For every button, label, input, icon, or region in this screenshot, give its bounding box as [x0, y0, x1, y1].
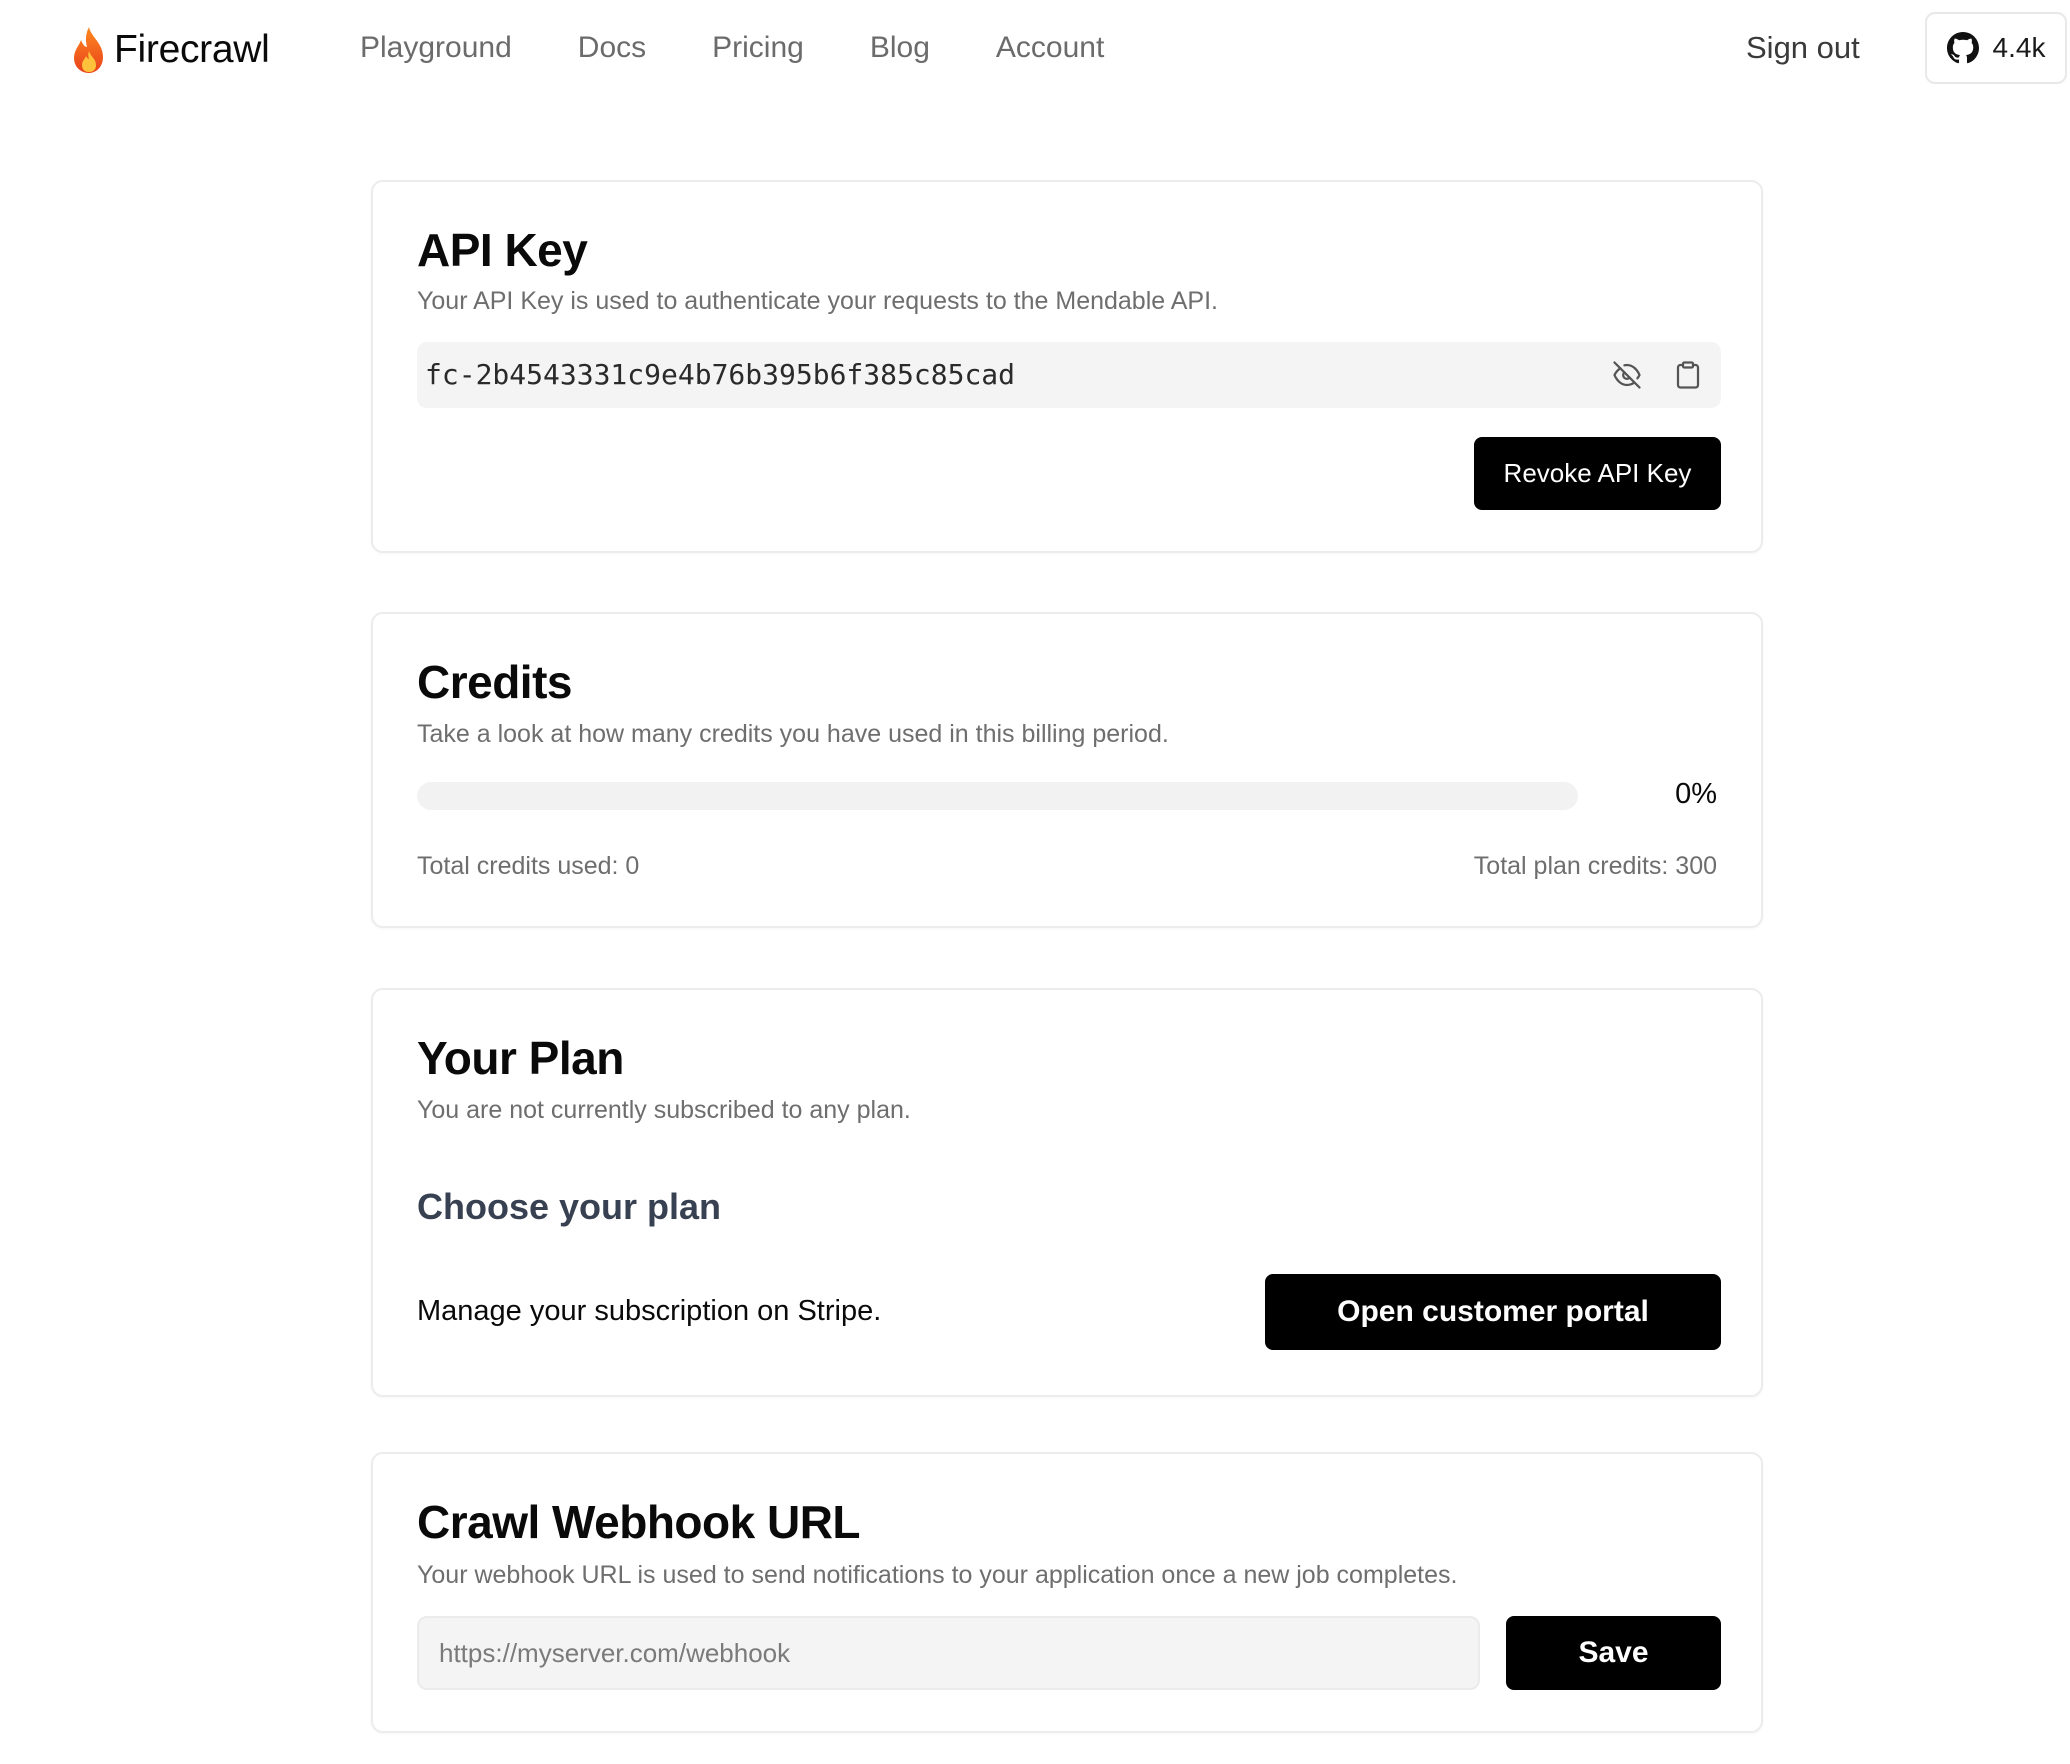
revoke-api-key-button[interactable]: Revoke API Key — [1474, 437, 1721, 510]
webhook-description: Your webhook URL is used to send notific… — [417, 1561, 1458, 1589]
api-key-description: Your API Key is used to authenticate you… — [417, 287, 1218, 315]
clipboard-icon — [1676, 361, 1700, 389]
manage-subscription-text: Manage your subscription on Stripe. — [417, 1295, 882, 1327]
flame-icon — [74, 27, 103, 73]
top-navigation-bar: Firecrawl Playground Docs Pricing Blog A… — [0, 0, 2070, 100]
copy-key-button[interactable] — [1668, 355, 1708, 395]
brand-name: Firecrawl — [114, 28, 270, 71]
choose-plan-heading: Choose your plan — [417, 1186, 722, 1227]
webhook-title: Crawl Webhook URL — [417, 1496, 861, 1548]
credits-card: Credits Take a look at how many credits … — [371, 612, 1763, 928]
nav-link-blog[interactable]: Blog — [870, 26, 930, 70]
api-key-card: API Key Your API Key is used to authenti… — [371, 180, 1763, 553]
credits-title: Credits — [417, 656, 572, 708]
plan-card: Your Plan You are not currently subscrib… — [371, 988, 1763, 1397]
brand-logo-link[interactable]: Firecrawl — [69, 22, 270, 78]
main-nav: Playground Docs Pricing Blog Account — [360, 26, 1104, 70]
nav-link-docs[interactable]: Docs — [578, 26, 646, 70]
save-webhook-button[interactable]: Save — [1506, 1616, 1721, 1690]
credits-percent: 0% — [1675, 778, 1717, 810]
toggle-key-visibility-button[interactable] — [1607, 355, 1647, 395]
nav-link-playground[interactable]: Playground — [360, 26, 512, 70]
api-key-title: API Key — [417, 224, 588, 276]
webhook-card: Crawl Webhook URL Your webhook URL is us… — [371, 1452, 1763, 1733]
plan-description: You are not currently subscribed to any … — [417, 1096, 911, 1124]
nav-link-account[interactable]: Account — [996, 26, 1104, 70]
eye-off-icon — [1613, 361, 1641, 389]
api-key-field[interactable]: fc-2b4543331c9e4b76b395b6f385c85cad — [417, 342, 1721, 408]
total-plan-credits: Total plan credits: 300 — [1473, 852, 1717, 880]
plan-title: Your Plan — [417, 1032, 624, 1084]
api-key-value[interactable]: fc-2b4543331c9e4b76b395b6f385c85cad — [425, 355, 1015, 395]
github-icon — [1946, 32, 1979, 64]
credits-description: Take a look at how many credits you have… — [417, 720, 1169, 748]
nav-link-pricing[interactable]: Pricing — [712, 26, 804, 70]
github-stars-button[interactable]: 4.4k — [1925, 12, 2067, 84]
credits-progress-bar — [417, 782, 1578, 810]
webhook-url-input[interactable] — [417, 1616, 1480, 1690]
open-customer-portal-button[interactable]: Open customer portal — [1265, 1274, 1721, 1350]
github-star-count: 4.4k — [1992, 32, 2046, 63]
sign-out-link[interactable]: Sign out — [1746, 26, 1860, 70]
total-credits-used: Total credits used: 0 — [417, 852, 640, 880]
